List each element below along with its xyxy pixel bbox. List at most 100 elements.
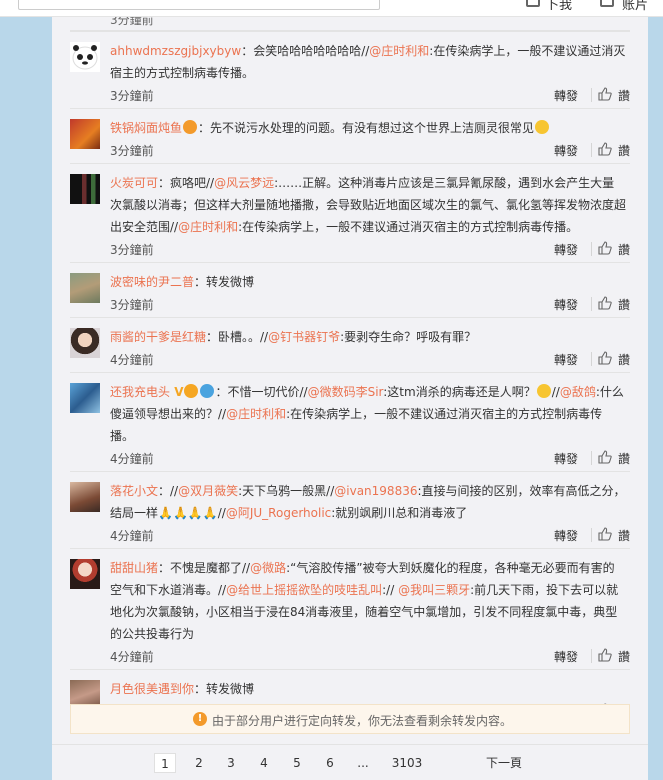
mention-link[interactable]: @钉书器钉爷 [268,330,340,344]
mention-link[interactable]: @ivan198836 [334,484,417,498]
repost-button[interactable]: 轉發 [554,527,578,544]
repost-button[interactable]: 轉發 [554,450,578,467]
timestamp: 4分鐘前 [110,529,154,543]
comment-text: :// [382,583,399,597]
comment-meta: 3分鐘前 轉發 讚 [110,139,630,163]
mention-link[interactable]: @风云梦远 [214,176,274,190]
repost-button[interactable]: 轉發 [554,296,578,313]
like-button[interactable]: 讚 [618,241,630,258]
user-name-link[interactable]: 铁锅焖面炖鱼 [110,121,182,135]
page-link[interactable]: 6 [322,753,338,773]
repost-button[interactable]: 轉發 [554,648,578,665]
mention-link[interactable]: @阿JU_Rogerholic [226,506,331,520]
settings-icon[interactable] [600,0,614,7]
comment-text: ：不愧是魔都了// [158,561,251,575]
thumbs-up-icon[interactable] [598,351,612,365]
comment-text: ：不惜一切代价// [215,385,308,399]
comment-meta: 4分鐘前 轉發 讚 [110,645,630,669]
comment-body: 落花小文：//@双月薇笑:天下乌鸦一般黑//@ivan198836:直接与间接的… [110,472,630,524]
user-name-link[interactable]: 甜甜山猪 [110,561,158,575]
level-badge-icon [200,384,215,398]
avatar[interactable] [70,482,100,512]
top-bar: 卜我 账片 [0,0,663,17]
mention-link[interactable]: @庄时利和 [178,220,238,234]
avatar[interactable] [70,174,100,204]
mention-link[interactable]: @双月薇笑 [178,484,238,498]
comment-body: ahhwdmzszgjbjxybyw：会笑哈哈哈哈哈哈哈//@庄时利和:在传染病… [110,32,630,84]
like-button[interactable]: 讚 [618,296,630,313]
comment-body: 铁锅焖面炖鱼 ：先不说污水处理的问题。有没有想过这个世界上洁厕灵很常见 [110,109,630,139]
like-button[interactable]: 讚 [618,351,630,368]
avatar[interactable] [70,273,100,303]
page-link[interactable]: 3103 [390,753,424,773]
timestamp: 3分鐘前 [110,89,154,103]
avatar[interactable] [70,383,100,413]
like-button[interactable]: 讚 [618,527,630,544]
user-name-link[interactable]: 火炭可可 [110,176,158,190]
repost-button[interactable]: 轉發 [554,241,578,258]
user-name-link[interactable]: 月色很美遇到你 [110,682,194,696]
search-input[interactable] [18,0,380,10]
thumbs-up-icon[interactable] [598,296,612,310]
thumbs-up-icon[interactable] [598,527,612,541]
avatar[interactable] [70,42,100,72]
mention-link[interactable]: @敌鸽 [560,385,596,399]
like-button[interactable]: 讚 [618,450,630,467]
list-item: 甜甜山猪：不愧是魔都了//@微路:“气溶胶传播”被夸大到妖魔化的程度，各种毫无必… [70,549,630,670]
repost-button[interactable]: 轉發 [554,351,578,368]
top-link-a[interactable]: 卜我 [546,0,572,13]
comment-body: 还我充电头 V ：不惜一切代价//@微数码李Sir:这tm消杀的病毒还是人啊？ //… [110,373,630,447]
user-name-link[interactable]: 还我充电头 [110,385,170,399]
thumbs-up-icon[interactable] [598,87,612,101]
divider [591,297,592,311]
avatar[interactable] [70,328,100,358]
page-link[interactable]: 1 [154,753,176,773]
user-name-link[interactable]: ahhwdmzszgjbjxybyw [110,44,241,58]
member-badge-icon [184,384,199,398]
like-button[interactable]: 讚 [618,142,630,159]
top-link-b[interactable]: 账片 [622,0,648,13]
mention-link[interactable]: @我叫三颗牙 [398,583,470,597]
comment-text: :在传染病学上，一般不建议通过消灭宿主的方式控制病毒传播。 [238,220,579,234]
divider [591,649,592,663]
user-name-link[interactable]: 落花小文 [110,484,158,498]
avatar[interactable] [70,559,100,589]
list-item: ahhwdmzszgjbjxybyw：会笑哈哈哈哈哈哈哈//@庄时利和:在传染病… [70,31,630,109]
page-link[interactable]: 5 [289,753,305,773]
repost-button[interactable]: 轉發 [554,142,578,159]
mention-link[interactable]: @微路 [250,561,286,575]
repost-button[interactable]: 轉發 [554,87,578,104]
thumbs-up-icon[interactable] [598,142,612,156]
divider [591,352,592,366]
next-page-button[interactable]: 下一頁 [484,753,524,773]
user-name-link[interactable]: 雨酱的干爹是红糖 [110,330,206,344]
mention-link[interactable]: @微数码李Sir [308,385,384,399]
user-name-link[interactable]: 波密味的尹二普 [110,275,194,289]
page-link[interactable]: 3 [223,753,239,773]
comment-meta: 4分鐘前 轉發 讚 [110,447,630,471]
comment-body: 甜甜山猪：不愧是魔都了//@微路:“气溶胶传播”被夸大到妖魔化的程度，各种毫无必… [110,549,630,645]
timestamp: 4分鐘前 [110,353,154,367]
divider [591,451,592,465]
thumbs-up-icon[interactable] [598,241,612,255]
timestamp: 4分鐘前 [110,452,154,466]
comment-meta: 3分鐘前 轉發 讚 [110,238,630,262]
page-link[interactable]: 4 [256,753,272,773]
divider [591,143,592,157]
thumbs-up-icon[interactable] [598,648,612,662]
comment-meta: 4分鐘前 轉發 讚 [110,348,630,372]
divider [591,528,592,542]
avatar[interactable] [70,119,100,149]
like-button[interactable]: 讚 [618,648,630,665]
list-item: 落花小文：//@双月薇笑:天下乌鸦一般黑//@ivan198836:直接与间接的… [70,472,630,549]
notice-text: 由于部分用户进行定向转发，你无法查看剩余转发内容。 [212,714,513,728]
previous-item-fragment: 3分鐘前 [70,17,630,31]
notice-bar: ! 由于部分用户进行定向转发，你无法查看剩余转发内容。 [70,704,630,734]
mention-link[interactable]: @庄时利和 [369,44,429,58]
message-icon[interactable] [526,0,540,7]
mention-link[interactable]: @给世上摇摇欲坠的吱哇乱叫 [226,583,382,597]
page-link[interactable]: 2 [191,753,207,773]
mention-link[interactable]: @庄时利和 [226,407,286,421]
like-button[interactable]: 讚 [618,87,630,104]
thumbs-up-icon[interactable] [598,450,612,464]
